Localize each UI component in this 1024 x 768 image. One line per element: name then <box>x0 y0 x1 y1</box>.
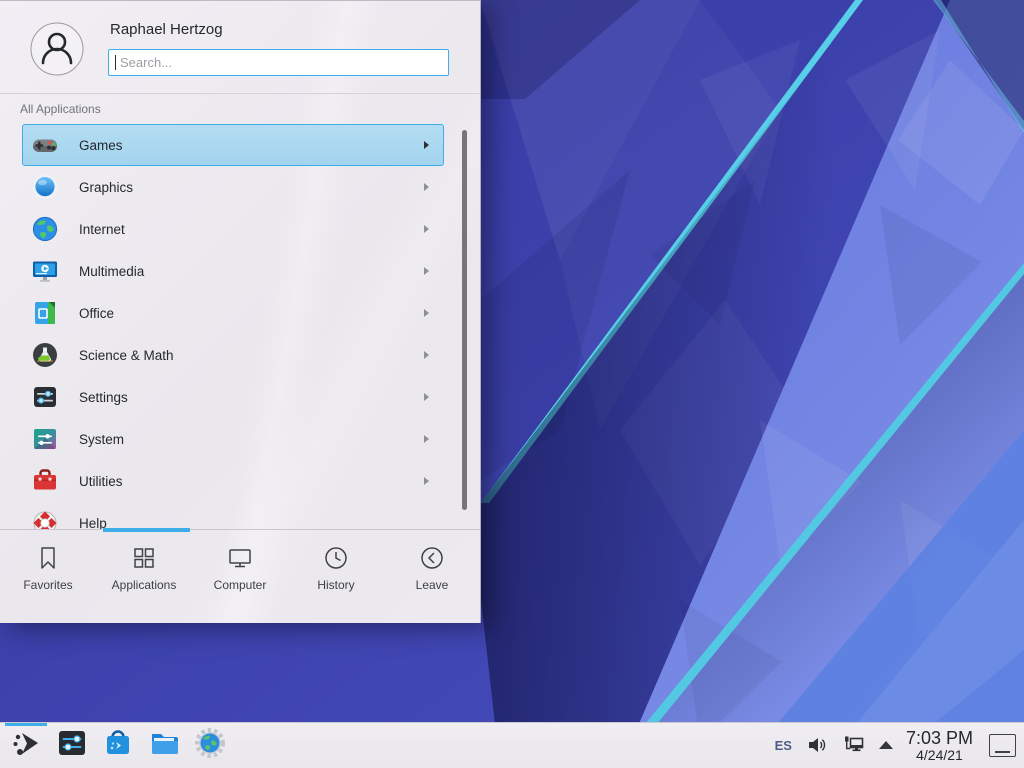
menu-item-label: Science & Math <box>79 348 174 363</box>
menu-item-office[interactable]: Office <box>22 292 444 334</box>
applications-icon <box>131 545 157 571</box>
submenu-arrow-icon <box>424 393 429 401</box>
expand-tray-icon[interactable] <box>879 741 893 749</box>
menu-item-label: Settings <box>79 390 128 405</box>
submenu-arrow-icon <box>424 435 429 443</box>
menu-item-utilities[interactable]: Utilities <box>22 460 444 502</box>
submenu-arrow-icon <box>424 225 429 233</box>
kde-launcher-icon <box>10 727 42 764</box>
active-tab-indicator <box>103 528 190 532</box>
menu-item-multimedia[interactable]: Multimedia <box>22 250 444 292</box>
submenu-arrow-icon <box>424 141 429 149</box>
scrollbar-track[interactable] <box>462 130 467 510</box>
favorites-icon <box>35 545 61 571</box>
system-icon <box>31 425 59 453</box>
system-settings-icon <box>56 727 88 764</box>
menu-item-label: System <box>79 432 124 447</box>
tab-label: Applications <box>112 578 177 592</box>
games-icon <box>31 131 59 159</box>
settings-icon <box>31 383 59 411</box>
application-launcher-button[interactable] <box>8 728 44 764</box>
application-category-list: Games Graphics <box>0 124 480 529</box>
submenu-arrow-icon <box>424 183 429 191</box>
taskbar-panel: ES 7:03 PM <box>0 722 1024 768</box>
show-desktop-widget[interactable] <box>989 734 1016 757</box>
file-manager-button[interactable] <box>146 728 182 764</box>
user-name: Raphael Hertzog <box>110 21 223 38</box>
dolphin-folder-icon <box>148 727 180 764</box>
office-icon <box>31 299 59 327</box>
menu-item-label: Office <box>79 306 114 321</box>
menu-item-science-math[interactable]: Science & Math <box>22 334 444 376</box>
tab-label: History <box>317 578 354 592</box>
system-tray: ES 7:03 PM <box>775 729 1024 763</box>
tab-leave[interactable]: Leave <box>384 530 480 613</box>
menu-item-graphics[interactable]: Graphics <box>22 166 444 208</box>
user-avatar-icon[interactable] <box>30 22 84 76</box>
browser-globe-icon <box>194 727 226 764</box>
menu-item-settings[interactable]: Settings <box>22 376 444 418</box>
graphics-icon <box>31 173 59 201</box>
network-icon[interactable] <box>842 735 865 755</box>
tab-label: Favorites <box>23 578 72 592</box>
menu-item-label: Internet <box>79 222 125 237</box>
tab-favorites[interactable]: Favorites <box>0 530 96 613</box>
submenu-arrow-icon <box>424 477 429 485</box>
application-launcher-menu: Raphael Hertzog All Applications <box>0 0 481 623</box>
tab-label: Computer <box>214 578 267 592</box>
digital-clock[interactable]: 7:03 PM 4/24/21 <box>906 729 973 763</box>
multimedia-icon <box>31 257 59 285</box>
clock-date: 4/24/21 <box>906 748 973 763</box>
keyboard-layout-indicator[interactable]: ES <box>775 738 792 753</box>
menu-item-internet[interactable]: Internet <box>22 208 444 250</box>
menu-item-label: Utilities <box>79 474 123 489</box>
menu-item-label: Multimedia <box>79 264 144 279</box>
panel-launchers <box>0 728 228 764</box>
desktop: Raphael Hertzog All Applications <box>0 0 1024 768</box>
menu-item-system[interactable]: System <box>22 418 444 460</box>
computer-icon <box>227 545 253 571</box>
text-cursor <box>115 55 116 70</box>
history-icon <box>323 545 349 571</box>
submenu-arrow-icon <box>424 267 429 275</box>
submenu-arrow-icon <box>424 351 429 359</box>
help-icon <box>31 509 59 529</box>
menu-item-label: Games <box>79 138 123 153</box>
science-icon <box>31 341 59 369</box>
internet-icon <box>31 215 59 243</box>
tab-applications[interactable]: Applications <box>96 530 192 613</box>
menu-item-help[interactable]: Help <box>22 502 444 529</box>
tab-label: Leave <box>416 578 449 592</box>
launcher-tab-bar: Favorites Applications Computer <box>0 529 480 613</box>
volume-icon[interactable] <box>807 735 828 755</box>
discover-button[interactable] <box>100 728 136 764</box>
leave-icon <box>419 545 445 571</box>
search-input[interactable] <box>108 49 449 76</box>
section-label: All Applications <box>20 102 101 116</box>
system-settings-button[interactable] <box>54 728 90 764</box>
tab-computer[interactable]: Computer <box>192 530 288 613</box>
menu-item-games[interactable]: Games <box>22 124 444 166</box>
scrollbar-thumb[interactable] <box>462 130 467 510</box>
submenu-arrow-icon <box>424 309 429 317</box>
utilities-icon <box>31 467 59 495</box>
web-browser-button[interactable] <box>192 728 228 764</box>
search-field-wrapper <box>108 49 449 76</box>
menu-item-label: Graphics <box>79 180 133 195</box>
tab-history[interactable]: History <box>288 530 384 613</box>
clock-time: 7:03 PM <box>906 729 973 748</box>
menu-item-label: Help <box>79 516 107 530</box>
header-separator <box>0 93 480 94</box>
discover-bag-icon <box>102 727 134 764</box>
